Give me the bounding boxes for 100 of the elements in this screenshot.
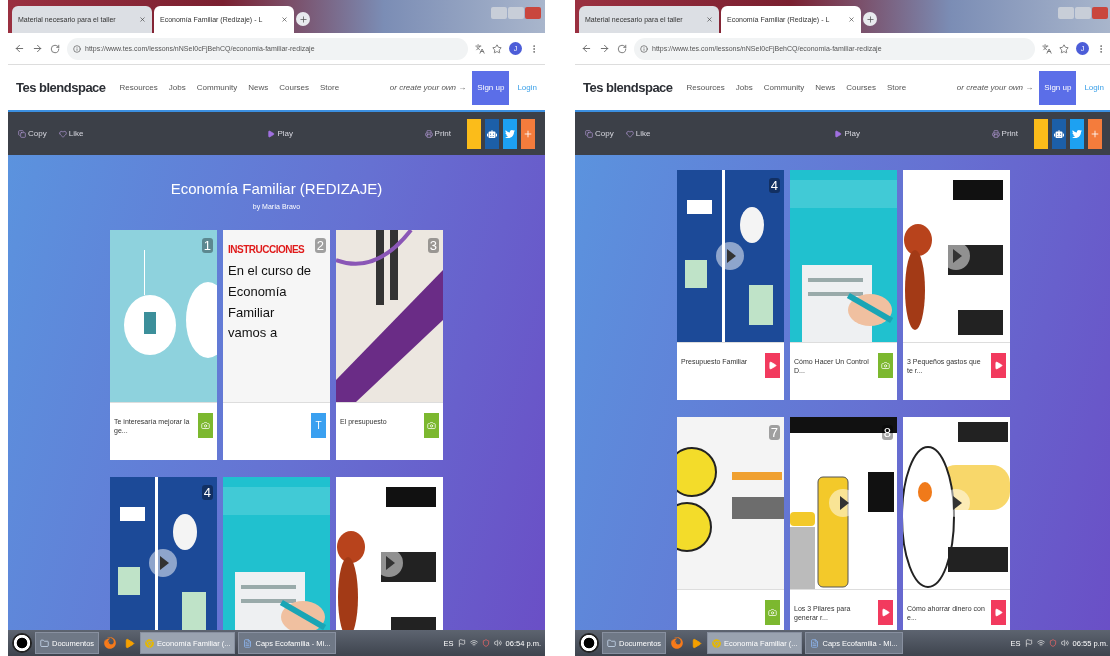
network-icon bbox=[469, 639, 478, 647]
firefox-icon bbox=[671, 637, 684, 649]
card-number: 7 bbox=[768, 425, 780, 440]
translate-icon bbox=[475, 43, 485, 54]
camera-icon bbox=[768, 608, 777, 617]
close-icon bbox=[848, 16, 855, 23]
sign-up-button[interactable]: Sign up bbox=[1039, 70, 1077, 105]
play-button[interactable]: Play bbox=[834, 129, 860, 138]
preview-heading: INSTRUCCIONES bbox=[228, 244, 305, 255]
nav-link[interactable]: Resources bbox=[119, 83, 158, 92]
plus-icon bbox=[1090, 128, 1100, 139]
new-tab-button[interactable] bbox=[863, 12, 877, 26]
close-icon bbox=[706, 16, 713, 23]
play-icon bbox=[994, 608, 1003, 617]
speaker-icon bbox=[1060, 639, 1069, 647]
card-number: 2 bbox=[314, 238, 326, 253]
robot-icon bbox=[487, 128, 497, 139]
more-share-button[interactable] bbox=[521, 118, 535, 149]
nav-link[interactable]: Jobs bbox=[735, 83, 753, 92]
card-number: 1 bbox=[201, 238, 213, 253]
plus-icon bbox=[298, 14, 308, 24]
heart-icon bbox=[58, 129, 67, 138]
reload-icon bbox=[617, 43, 627, 54]
network-icon bbox=[1036, 639, 1045, 647]
chrome-icon bbox=[712, 638, 722, 648]
camera-icon bbox=[881, 361, 890, 370]
more-share-button[interactable] bbox=[1088, 118, 1102, 149]
card-number: 4 bbox=[201, 485, 213, 500]
share-button[interactable] bbox=[1034, 118, 1048, 149]
back-icon bbox=[14, 43, 25, 54]
nav-link[interactable]: News bbox=[815, 83, 836, 92]
translate-icon bbox=[1042, 43, 1052, 54]
play-icon bbox=[768, 361, 777, 370]
nav-link[interactable]: News bbox=[248, 83, 269, 92]
nav-link[interactable]: Resources bbox=[686, 83, 725, 92]
info-icon bbox=[640, 44, 648, 53]
nav-link[interactable]: Jobs bbox=[168, 83, 186, 92]
share-button[interactable] bbox=[485, 118, 499, 149]
media-player-icon bbox=[690, 637, 702, 649]
video-type-button[interactable] bbox=[765, 353, 780, 378]
new-tab-button[interactable] bbox=[296, 12, 310, 26]
star-icon bbox=[1059, 43, 1069, 54]
shield-icon bbox=[1048, 639, 1057, 647]
twitter-button[interactable] bbox=[503, 118, 517, 149]
like-button[interactable]: Like bbox=[625, 129, 651, 138]
copy-icon bbox=[18, 129, 26, 138]
copy-icon bbox=[585, 129, 593, 138]
chrome-icon bbox=[145, 638, 155, 648]
nav-link[interactable]: Courses bbox=[846, 83, 876, 92]
document-icon bbox=[810, 638, 820, 648]
document-icon bbox=[243, 638, 253, 648]
video-type-button[interactable] bbox=[991, 353, 1006, 378]
video-type-button[interactable] bbox=[991, 600, 1006, 625]
like-button[interactable]: Like bbox=[58, 129, 84, 138]
preview-text: En el curso de Economía Familiar vamos a bbox=[228, 262, 312, 343]
lesson-title: Economía Familiar (REDIZAJE) bbox=[170, 180, 383, 197]
forward-icon bbox=[599, 43, 610, 54]
nav-link[interactable]: Store bbox=[887, 83, 907, 92]
nav-link[interactable]: Community bbox=[763, 83, 805, 92]
card-footer[interactable] bbox=[677, 589, 784, 630]
back-icon bbox=[581, 43, 592, 54]
site-logo[interactable]: Tes blendspace bbox=[16, 80, 106, 95]
site-logo[interactable]: Tes blendspace bbox=[583, 80, 673, 95]
play-icon bbox=[834, 129, 843, 138]
card-number: 3 bbox=[427, 238, 439, 253]
printer-icon bbox=[991, 129, 1000, 138]
close-icon bbox=[281, 16, 288, 23]
nav-link[interactable]: Community bbox=[196, 83, 238, 92]
bird-icon bbox=[1072, 128, 1082, 139]
play-icon bbox=[994, 361, 1003, 370]
twitter-button[interactable] bbox=[1070, 118, 1084, 149]
create-link[interactable]: or create your own → bbox=[956, 83, 1034, 92]
play-button[interactable]: Play bbox=[267, 129, 293, 138]
folder-icon bbox=[40, 638, 49, 648]
video-type-button[interactable] bbox=[878, 600, 893, 625]
sign-up-button[interactable]: Sign up bbox=[472, 70, 510, 105]
forward-icon bbox=[32, 43, 43, 54]
plus-icon bbox=[523, 128, 533, 139]
nav-link[interactable]: Store bbox=[320, 83, 340, 92]
nav-link[interactable]: Courses bbox=[279, 83, 309, 92]
share-button[interactable] bbox=[467, 118, 481, 149]
camera-icon bbox=[427, 421, 436, 430]
folder-icon bbox=[607, 638, 616, 648]
robot-icon bbox=[1054, 128, 1064, 139]
flag-icon bbox=[457, 639, 466, 647]
create-link[interactable]: or create your own → bbox=[389, 83, 467, 92]
share-button[interactable] bbox=[1052, 118, 1066, 149]
speaker-icon bbox=[493, 639, 502, 647]
star-icon bbox=[492, 43, 502, 54]
copy-button[interactable]: Copy bbox=[585, 129, 614, 138]
print-button[interactable]: Print bbox=[424, 129, 451, 138]
plus-icon bbox=[865, 14, 875, 24]
card-number: 4 bbox=[768, 178, 780, 193]
print-button[interactable]: Print bbox=[991, 129, 1018, 138]
heart-icon bbox=[625, 129, 634, 138]
start-button[interactable] bbox=[12, 633, 32, 653]
close-icon bbox=[139, 16, 146, 23]
play-icon bbox=[267, 129, 276, 138]
copy-button[interactable]: Copy bbox=[18, 129, 47, 138]
start-button[interactable] bbox=[579, 633, 599, 653]
